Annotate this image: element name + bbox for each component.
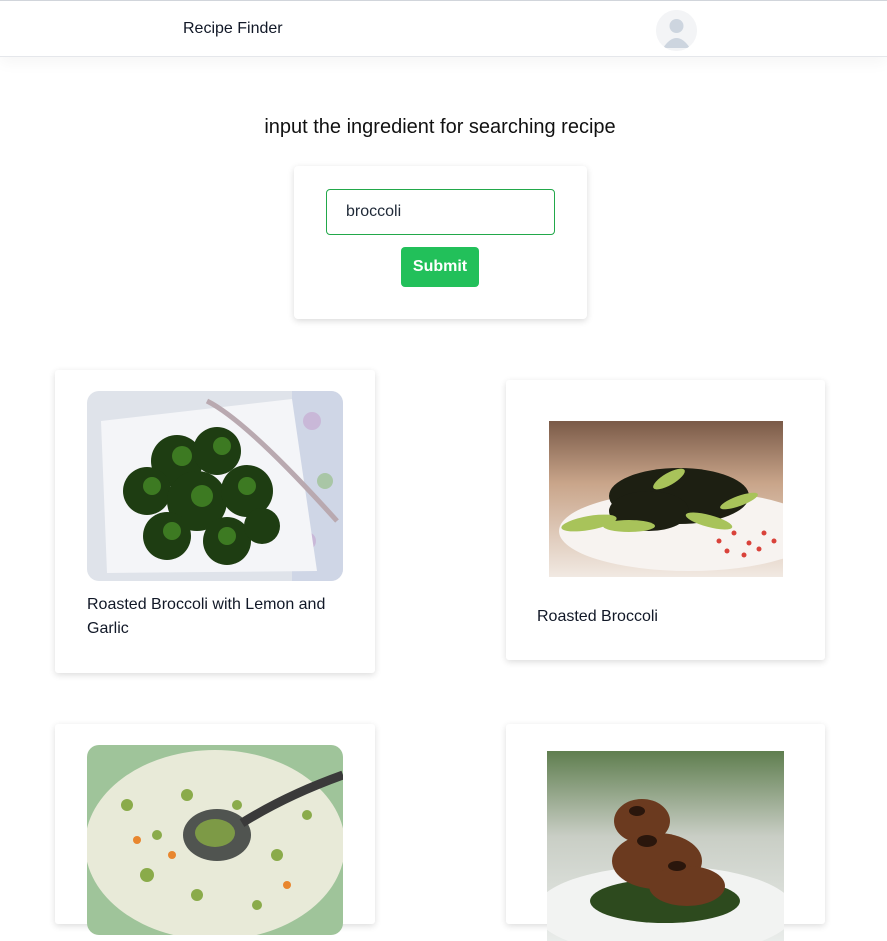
recipe-image-grilled-chicken: [547, 751, 784, 941]
submit-button[interactable]: Submit: [401, 247, 479, 287]
recipe-image-broccoli-plate: [87, 391, 343, 581]
recipe-card[interactable]: [506, 724, 825, 941]
top-navbar: Recipe Finder: [0, 0, 887, 57]
recipe-image-broccoli-soup: [87, 745, 343, 935]
ingredient-search-input[interactable]: [326, 189, 555, 235]
user-avatar-icon[interactable]: [656, 10, 697, 51]
page-heading: input the ingredient for searching recip…: [264, 116, 616, 138]
recipe-card[interactable]: Roasted Broccoli with Lemon and Garlic: [55, 370, 375, 673]
recipe-card[interactable]: Roasted Broccoli: [506, 380, 825, 660]
recipe-image-charred-broccoli: [549, 421, 783, 577]
recipe-title[interactable]: Roasted Broccoli with Lemon and Garlic: [87, 593, 349, 641]
recipe-title[interactable]: Roasted Broccoli: [537, 605, 799, 629]
app-brand[interactable]: Recipe Finder: [183, 20, 283, 38]
recipe-card[interactable]: [55, 724, 375, 935]
search-card: Submit: [294, 166, 587, 319]
